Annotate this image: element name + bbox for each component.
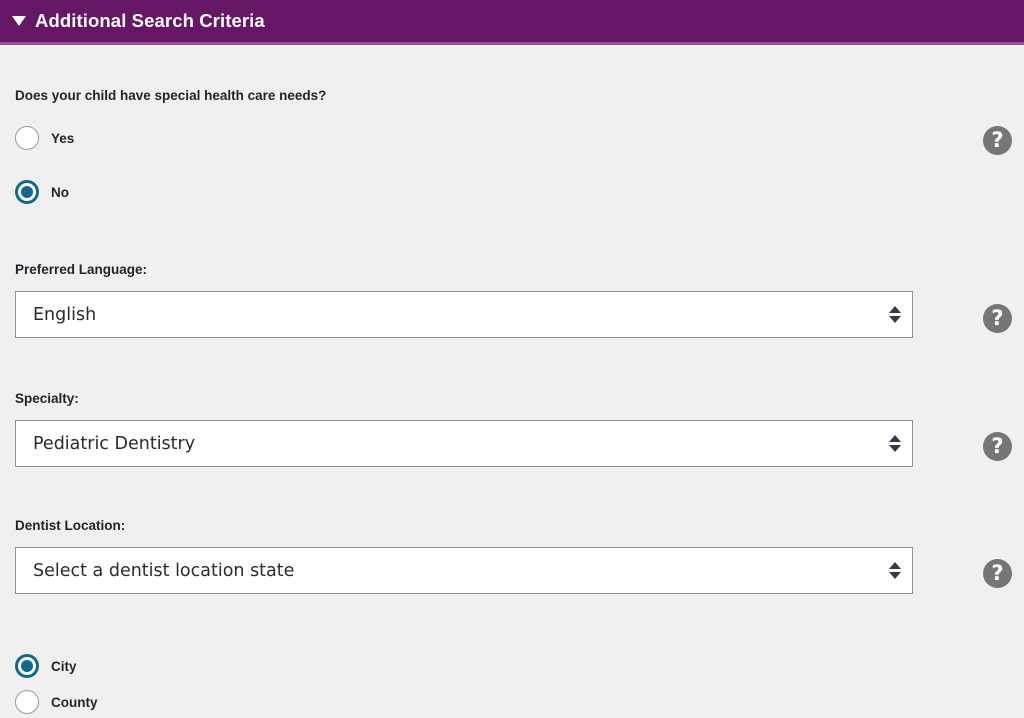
preferred-language-label: Preferred Language: — [15, 262, 148, 277]
radio-button-selected-icon[interactable] — [15, 180, 39, 204]
additional-search-criteria-panel: Additional Search Criteria Does your chi… — [0, 0, 1024, 718]
radio-special-needs-yes[interactable]: Yes — [15, 125, 74, 151]
preferred-language-value: English — [33, 304, 97, 325]
preferred-language-select[interactable]: English — [15, 291, 913, 338]
specialty-select[interactable]: Pediatric Dentistry — [15, 420, 913, 467]
radio-button-unselected-icon[interactable] — [15, 690, 39, 714]
help-icon-preferred-language[interactable]: ? — [983, 304, 1012, 333]
help-icon-specialty[interactable]: ? — [983, 432, 1012, 461]
dentist-location-value: Select a dentist location state — [33, 560, 295, 581]
panel-header[interactable]: Additional Search Criteria — [0, 0, 1024, 45]
panel-title: Additional Search Criteria — [35, 10, 265, 31]
radio-label-city: City — [51, 658, 77, 674]
radio-label-yes: Yes — [51, 130, 75, 146]
radio-location-type-city[interactable]: City — [15, 653, 77, 679]
select-stepper-arrows-icon[interactable] — [878, 547, 912, 594]
specialty-label: Specialty: — [15, 391, 79, 406]
triangle-down-icon[interactable] — [12, 16, 26, 26]
specialty-value: Pediatric Dentistry — [33, 433, 196, 454]
select-stepper-arrows-icon[interactable] — [878, 291, 912, 338]
radio-button-unselected-icon[interactable] — [15, 126, 39, 150]
dentist-location-select[interactable]: Select a dentist location state — [15, 547, 913, 594]
radio-label-no: No — [51, 184, 69, 200]
help-icon-special-needs[interactable]: ? — [983, 126, 1012, 155]
help-icon-dentist-location[interactable]: ? — [983, 559, 1012, 588]
select-stepper-arrows-icon[interactable] — [878, 420, 912, 467]
radio-special-needs-no[interactable]: No — [15, 179, 69, 205]
dentist-location-label: Dentist Location: — [15, 518, 126, 533]
radio-label-county: County — [51, 694, 98, 710]
radio-location-type-county[interactable]: County — [15, 689, 98, 715]
panel-body: Does your child have special health care… — [0, 48, 1024, 718]
radio-button-selected-icon[interactable] — [15, 654, 39, 678]
special-needs-question-label: Does your child have special health care… — [15, 88, 327, 103]
